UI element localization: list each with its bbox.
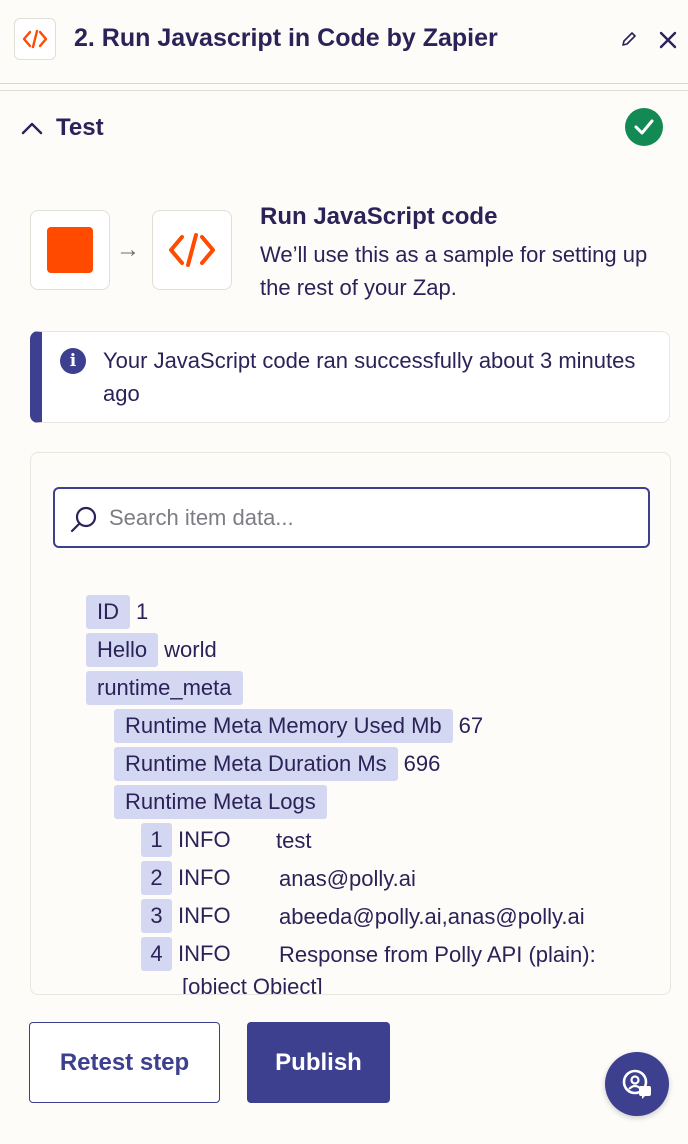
log-row: 4 INFO xyxy=(141,937,231,971)
log-level: INFO xyxy=(178,903,231,928)
log-index: 4 xyxy=(141,937,172,971)
log-row: 1 INFO xyxy=(141,823,231,857)
help-chat-icon[interactable] xyxy=(605,1052,669,1116)
field-key: Runtime Meta Duration Ms xyxy=(114,747,398,781)
log-level: INFO xyxy=(178,865,231,890)
field-key: ID xyxy=(86,595,130,629)
log-level: INFO xyxy=(178,941,231,966)
orange-square-icon xyxy=(47,227,93,273)
field-row: Runtime Meta Duration Ms 696 xyxy=(114,747,440,781)
test-section-title[interactable]: Test xyxy=(56,114,104,142)
code-brackets-icon xyxy=(14,18,56,60)
close-icon[interactable] xyxy=(654,26,682,54)
field-row[interactable]: runtime_meta xyxy=(86,671,243,705)
publish-button[interactable]: Publish xyxy=(247,1022,390,1103)
field-key: Runtime Meta Memory Used Mb xyxy=(114,709,453,743)
field-value: 67 xyxy=(458,713,484,738)
search-box[interactable] xyxy=(53,487,650,548)
check-circle-icon xyxy=(625,108,663,146)
search-icon xyxy=(70,506,97,533)
action-app-icon xyxy=(152,210,232,290)
field-row[interactable]: Runtime Meta Logs xyxy=(114,785,327,819)
log-row: 2 INFO xyxy=(141,861,231,895)
log-index: 1 xyxy=(141,823,172,857)
step-description: We’ll use this as a sample for setting u… xyxy=(260,242,648,300)
trigger-app-icon xyxy=(30,210,110,290)
field-key[interactable]: Runtime Meta Logs xyxy=(114,785,327,819)
banner-message: Your JavaScript code ran successfully ab… xyxy=(103,348,636,406)
log-index: 2 xyxy=(141,861,172,895)
retest-step-button[interactable]: Retest step xyxy=(29,1022,220,1103)
log-message: test xyxy=(276,828,312,853)
log-message-continuation: [object Object] xyxy=(182,974,323,995)
log-level: INFO xyxy=(178,827,231,852)
field-row: ID 1 xyxy=(86,595,148,629)
field-key: Hello xyxy=(86,633,159,667)
panel-header: 2. Run Javascript in Code by Zapier xyxy=(0,0,688,84)
log-index: 3 xyxy=(141,899,172,933)
search-input[interactable] xyxy=(109,499,629,537)
field-value: 1 xyxy=(136,599,149,624)
field-key[interactable]: runtime_meta xyxy=(86,671,243,705)
log-message: Response from Polly API (plain): xyxy=(279,942,596,967)
field-value: world xyxy=(164,637,217,662)
log-message: anas@polly.ai xyxy=(279,866,416,891)
pencil-icon[interactable] xyxy=(616,26,642,52)
info-icon: i xyxy=(60,348,86,374)
field-value: 696 xyxy=(403,751,441,776)
code-brackets-icon xyxy=(169,233,215,267)
log-row: 3 INFO xyxy=(141,899,231,933)
arrow-right-icon: → xyxy=(116,236,140,263)
log-message: abeeda@polly.ai,anas@polly.ai xyxy=(279,904,585,929)
chevron-up-icon[interactable] xyxy=(20,116,44,140)
divider xyxy=(0,90,688,91)
page-title: 2. Run Javascript in Code by Zapier xyxy=(74,24,498,52)
field-row: Runtime Meta Memory Used Mb 67 xyxy=(114,709,483,743)
step-title: Run JavaScript code xyxy=(260,203,498,230)
field-row: Hello world xyxy=(86,633,217,667)
item-data-panel[interactable]: ID 1 Hello world runtime_meta Runtime Me… xyxy=(30,452,671,995)
